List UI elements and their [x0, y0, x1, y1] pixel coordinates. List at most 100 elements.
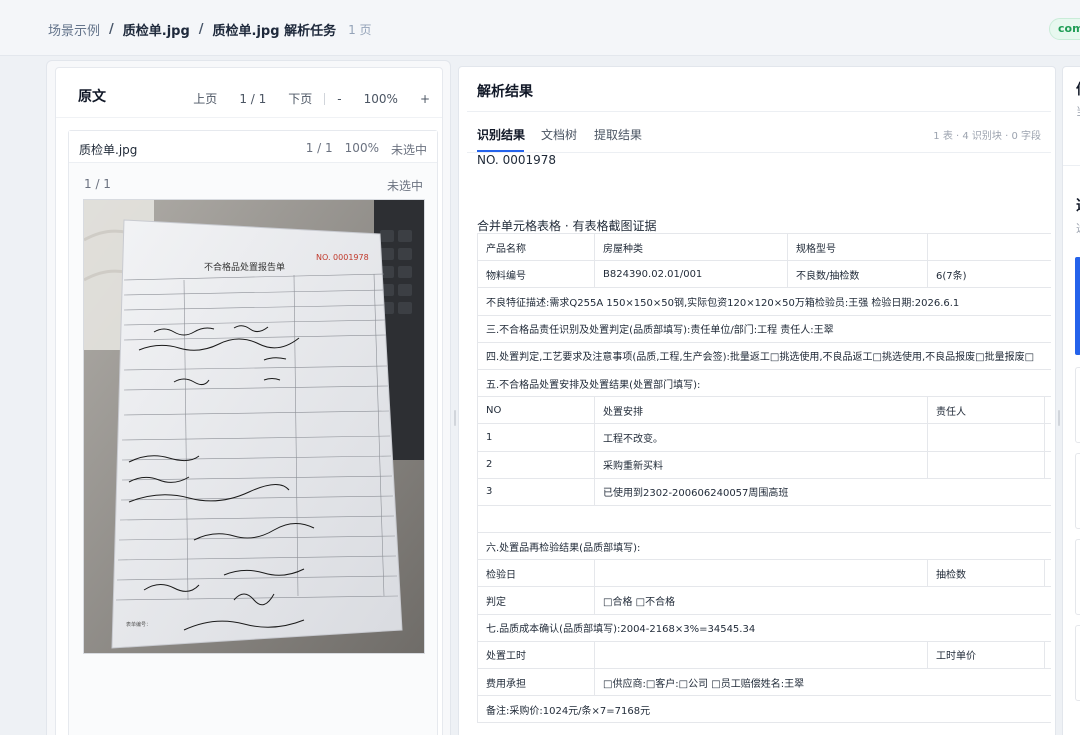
- table-row: 备注:采购价:1024元/条×7=7168元: [477, 695, 1051, 724]
- tab-document-tree[interactable]: 文档树: [541, 126, 577, 143]
- table-cell[interactable]: 抽检数: [927, 559, 1045, 588]
- table-cell[interactable]: 6(7条): [927, 260, 1051, 289]
- table-cell[interactable]: 规格型号: [787, 232, 928, 262]
- info-card[interactable]: [1075, 625, 1080, 701]
- next-page-button[interactable]: 下页: [288, 90, 312, 107]
- breadcrumb-separator: /: [109, 22, 114, 37]
- table-cell[interactable]: 备注:采购价:1024元/条×7=7168元: [477, 695, 1051, 724]
- table-cell[interactable]: 不良特征描述:需求Q255A 150×150×50钢,实际包资120×120×5…: [477, 287, 1051, 316]
- file-card-header: 质检单.jpg 1 / 1 100% 未选中: [69, 131, 437, 163]
- splitter-handle[interactable]: [454, 410, 456, 426]
- table-cell[interactable]: □供应商:□客户:□公司 □员工赔偿姓名:王翠: [594, 667, 1051, 697]
- info-card[interactable]: [1075, 539, 1080, 615]
- table-cell[interactable]: 工时单价: [927, 640, 1045, 670]
- table-row: 1 工程不改变。: [477, 423, 1051, 452]
- table-cell[interactable]: [1044, 450, 1051, 479]
- zoom-in-button[interactable]: +: [420, 92, 430, 106]
- info-card[interactable]: [1075, 453, 1080, 529]
- breadcrumb-task: 质检单.jpg 解析任务: [212, 24, 337, 39]
- table-cell[interactable]: [1044, 559, 1051, 588]
- table-row: 检验日 抽检数: [477, 559, 1051, 588]
- splitter-handle[interactable]: [1058, 410, 1060, 426]
- table-cell[interactable]: 六.处置品再检验结果(品质部填写):: [477, 532, 1051, 561]
- table-cell[interactable]: 四.处置判定,工艺要求及注意事项(品质,工程,生产会签):批量返工□挑选使用,不…: [477, 341, 1051, 370]
- file-meta: 1 / 1 100% 未选中: [294, 141, 427, 158]
- table-row: 不良特征描述:需求Q255A 150×150×50钢,实际包资120×120×5…: [477, 287, 1051, 316]
- result-title: 解析结果: [477, 84, 533, 100]
- table-cell[interactable]: 3: [477, 477, 595, 506]
- status-badge: com: [1049, 18, 1080, 40]
- result-summary: 1 表 · 4 识别块 · 0 字段: [933, 131, 1041, 142]
- table-cell[interactable]: 产品名称: [477, 232, 595, 262]
- table-cell[interactable]: [594, 640, 928, 670]
- source-title: 原文: [78, 89, 106, 105]
- zoom-level: 100%: [363, 91, 398, 106]
- table-cell[interactable]: 物料编号: [477, 260, 595, 289]
- table-cell[interactable]: 责任人: [927, 396, 1045, 425]
- table-cell[interactable]: 检验日: [477, 559, 595, 588]
- table-row: [477, 504, 1051, 534]
- breadcrumb-file[interactable]: 质检单.jpg: [123, 20, 190, 39]
- table-cell[interactable]: □合格 □不合格: [594, 586, 1051, 615]
- table-cell[interactable]: NO: [477, 396, 595, 425]
- breadcrumb-root[interactable]: 场景示例: [48, 20, 100, 39]
- table-cell[interactable]: 采购重新买料: [594, 450, 928, 479]
- table-row: 2 采购重新买料: [477, 450, 1051, 479]
- table-caption: 合并单元格表格 · 有表格截图证据: [477, 219, 657, 233]
- document-number[interactable]: NO. 0001978: [477, 153, 556, 167]
- source-viewer: 原文 上页 1 / 1 下页 - 100% + 质检单.jpg 1 / 1 10…: [55, 67, 443, 735]
- top-bar: 场景示例 / 质检单.jpg / 质检单.jpg 解析任务 1 页 com: [0, 0, 1080, 56]
- page-selection-state: 未选中: [386, 179, 423, 193]
- selected-card-accent: [1075, 257, 1080, 355]
- table-cell[interactable]: 2: [477, 450, 595, 479]
- tab-extraction[interactable]: 提取结果: [594, 126, 642, 143]
- table-row: 四.处置判定,工艺要求及注意事项(品质,工程,生产会签):批量返工□挑选使用,不…: [477, 341, 1051, 370]
- table-cell[interactable]: [927, 450, 1045, 479]
- table-row: 三.不合格品责任识别及处置判定(品质部填写):责任单位/部门:工程 责任人:王翠: [477, 314, 1051, 343]
- table-cell[interactable]: 七.品质成本确认(品质部填写):2004-2168×3%=34545.34: [477, 613, 1051, 642]
- table-cell[interactable]: [1044, 423, 1051, 452]
- info-title: 信: [1076, 79, 1080, 99]
- file-zoom: 100%: [344, 141, 379, 155]
- table-cell[interactable]: 三.不合格品责任识别及处置判定(品质部填写):责任单位/部门:工程 责任人:王翠: [477, 314, 1051, 343]
- table-cell[interactable]: 工程不改变。: [594, 423, 928, 452]
- recognition-content: NO. 0001978 合并单元格表格 · 有表格截图证据 产品名称 房屋种类 …: [467, 153, 1051, 735]
- result-panel: 解析结果 识别结果 文档树 提取结果 1 表 · 4 识别块 · 0 字段 NO…: [458, 66, 1056, 735]
- table-cell[interactable]: 处置工时: [477, 640, 595, 670]
- table-row: 六.处置品再检验结果(品质部填写):: [477, 532, 1051, 561]
- table-cell[interactable]: 五.不合格品处置安排及处置结果(处置部门填写):: [477, 368, 1051, 398]
- zoom-out-button[interactable]: -: [337, 92, 341, 106]
- table-cell[interactable]: [927, 232, 1051, 262]
- table-row: 五.不合格品处置安排及处置结果(处置部门填写):: [477, 368, 1051, 398]
- table-cell[interactable]: [1044, 396, 1051, 425]
- table-cell[interactable]: [594, 559, 928, 588]
- table-row: 产品名称 房屋种类 规格型号: [477, 232, 1051, 262]
- selection-subtitle: 选: [1076, 220, 1080, 236]
- file-page: 1 / 1: [305, 141, 333, 155]
- table-cell[interactable]: [1044, 640, 1051, 670]
- table-cell[interactable]: [477, 504, 1051, 534]
- table-cell[interactable]: 不良数/抽检数: [787, 260, 928, 289]
- table-cell[interactable]: 房屋种类: [594, 232, 788, 262]
- source-toolbar: 原文 上页 1 / 1 下页 - 100% +: [56, 68, 442, 118]
- info-subtitle: 当: [1076, 103, 1080, 119]
- info-card[interactable]: [1075, 367, 1080, 443]
- breadcrumb: 场景示例 / 质检单.jpg / 质检单.jpg 解析任务 1 页: [48, 20, 372, 39]
- table-row: 物料编号 B824390.02.01/001 不良数/抽检数 6(7条): [477, 260, 1051, 289]
- table-cell[interactable]: 判定: [477, 586, 595, 615]
- file-card[interactable]: 质检单.jpg 1 / 1 100% 未选中 1 / 1 未选中 不合格品处置报…: [68, 130, 438, 735]
- prev-page-button[interactable]: 上页: [193, 90, 217, 107]
- table-cell[interactable]: [927, 423, 1045, 452]
- table-cell[interactable]: 1: [477, 423, 595, 452]
- table-cell[interactable]: 费用承担: [477, 667, 595, 697]
- selection-title: 选: [1076, 195, 1080, 215]
- table-cell[interactable]: B824390.02.01/001: [594, 260, 788, 289]
- page-header: 1 / 1 未选中: [69, 163, 437, 193]
- table-cell[interactable]: 处置安排: [594, 396, 928, 425]
- tab-recognition[interactable]: 识别结果: [477, 126, 525, 143]
- table-row: 处置工时 工时单价: [477, 640, 1051, 670]
- table-cell[interactable]: 已使用到2302-200606240057周围高班: [594, 477, 1051, 506]
- document-photo[interactable]: 不合格品处置报告单 NO. 0001978 表单编号：: [83, 199, 425, 654]
- active-tab-indicator: [477, 150, 524, 152]
- table-row: 判定 □合格 □不合格: [477, 586, 1051, 615]
